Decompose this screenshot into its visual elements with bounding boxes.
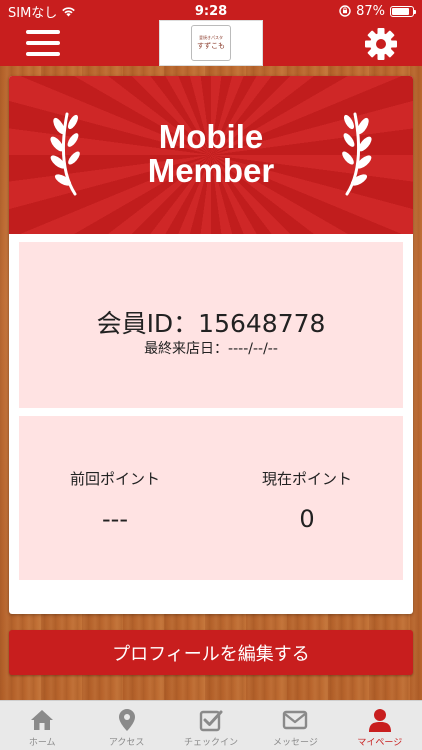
tab-access[interactable]: アクセス — [84, 701, 168, 750]
tab-mypage[interactable]: マイページ — [338, 701, 422, 750]
wifi-icon — [62, 6, 76, 16]
battery-percent: 87% — [356, 3, 385, 19]
member-id: 会員ID：15648778 — [96, 309, 326, 338]
logo-text: すずこも — [197, 42, 225, 50]
nav-bar: 釜焼きパスタ すずこも — [0, 20, 422, 66]
tab-label: チェックイン — [184, 738, 239, 748]
points-panel: 前回ポイント --- 現在ポイント 0 — [19, 416, 403, 580]
status-right: 87% — [339, 3, 416, 19]
previous-points: 前回ポイント --- — [19, 468, 211, 533]
tab-label: マイページ — [357, 738, 403, 748]
location-pin-icon — [118, 709, 135, 731]
mobile-member-banner: Mobile Member — [9, 76, 413, 234]
orientation-lock-icon — [339, 5, 351, 17]
envelope-icon — [283, 710, 308, 730]
hamburger-menu-icon[interactable] — [26, 30, 60, 60]
member-card: Mobile Member 会員ID：15648778 最終来店日：----/-… — [9, 76, 413, 614]
current-points: 現在ポイント 0 — [211, 468, 403, 533]
logo: 釜焼きパスタ すずこも — [159, 20, 263, 66]
current-points-label: 現在ポイント — [261, 470, 352, 488]
gear-icon[interactable] — [364, 27, 398, 61]
home-icon — [31, 710, 54, 730]
status-bar: SIMなし 9:28 87% — [0, 0, 422, 22]
last-visit-date: 最終来店日：----/--/-- — [144, 341, 278, 357]
tab-label: アクセス — [108, 738, 145, 748]
tab-checkin[interactable]: チェックイン — [169, 701, 253, 750]
battery-level — [392, 7, 410, 15]
person-icon — [368, 709, 391, 732]
laurel-right-icon — [342, 112, 372, 196]
member-id-panel: 会員ID：15648778 最終来店日：----/--/-- — [19, 242, 403, 408]
tab-bar: ホーム アクセス チェックイン メッセージ マイページ — [0, 700, 422, 750]
current-points-value: 0 — [299, 505, 315, 533]
previous-points-value: --- — [102, 505, 128, 533]
previous-points-label: 前回ポイント — [69, 470, 160, 488]
tab-label: ホーム — [28, 738, 56, 748]
tab-home[interactable]: ホーム — [0, 701, 84, 750]
logo-mark: 釜焼きパスタ すずこも — [191, 25, 231, 61]
edit-profile-button[interactable]: プロフィールを編集する — [9, 630, 413, 675]
battery-icon — [390, 5, 416, 17]
tab-message[interactable]: メッセージ — [253, 701, 337, 750]
carrier-label: SIMなし — [8, 5, 58, 21]
status-left: SIMなし — [8, 2, 76, 21]
checkin-icon — [199, 710, 223, 732]
tab-label: メッセージ — [273, 738, 318, 748]
